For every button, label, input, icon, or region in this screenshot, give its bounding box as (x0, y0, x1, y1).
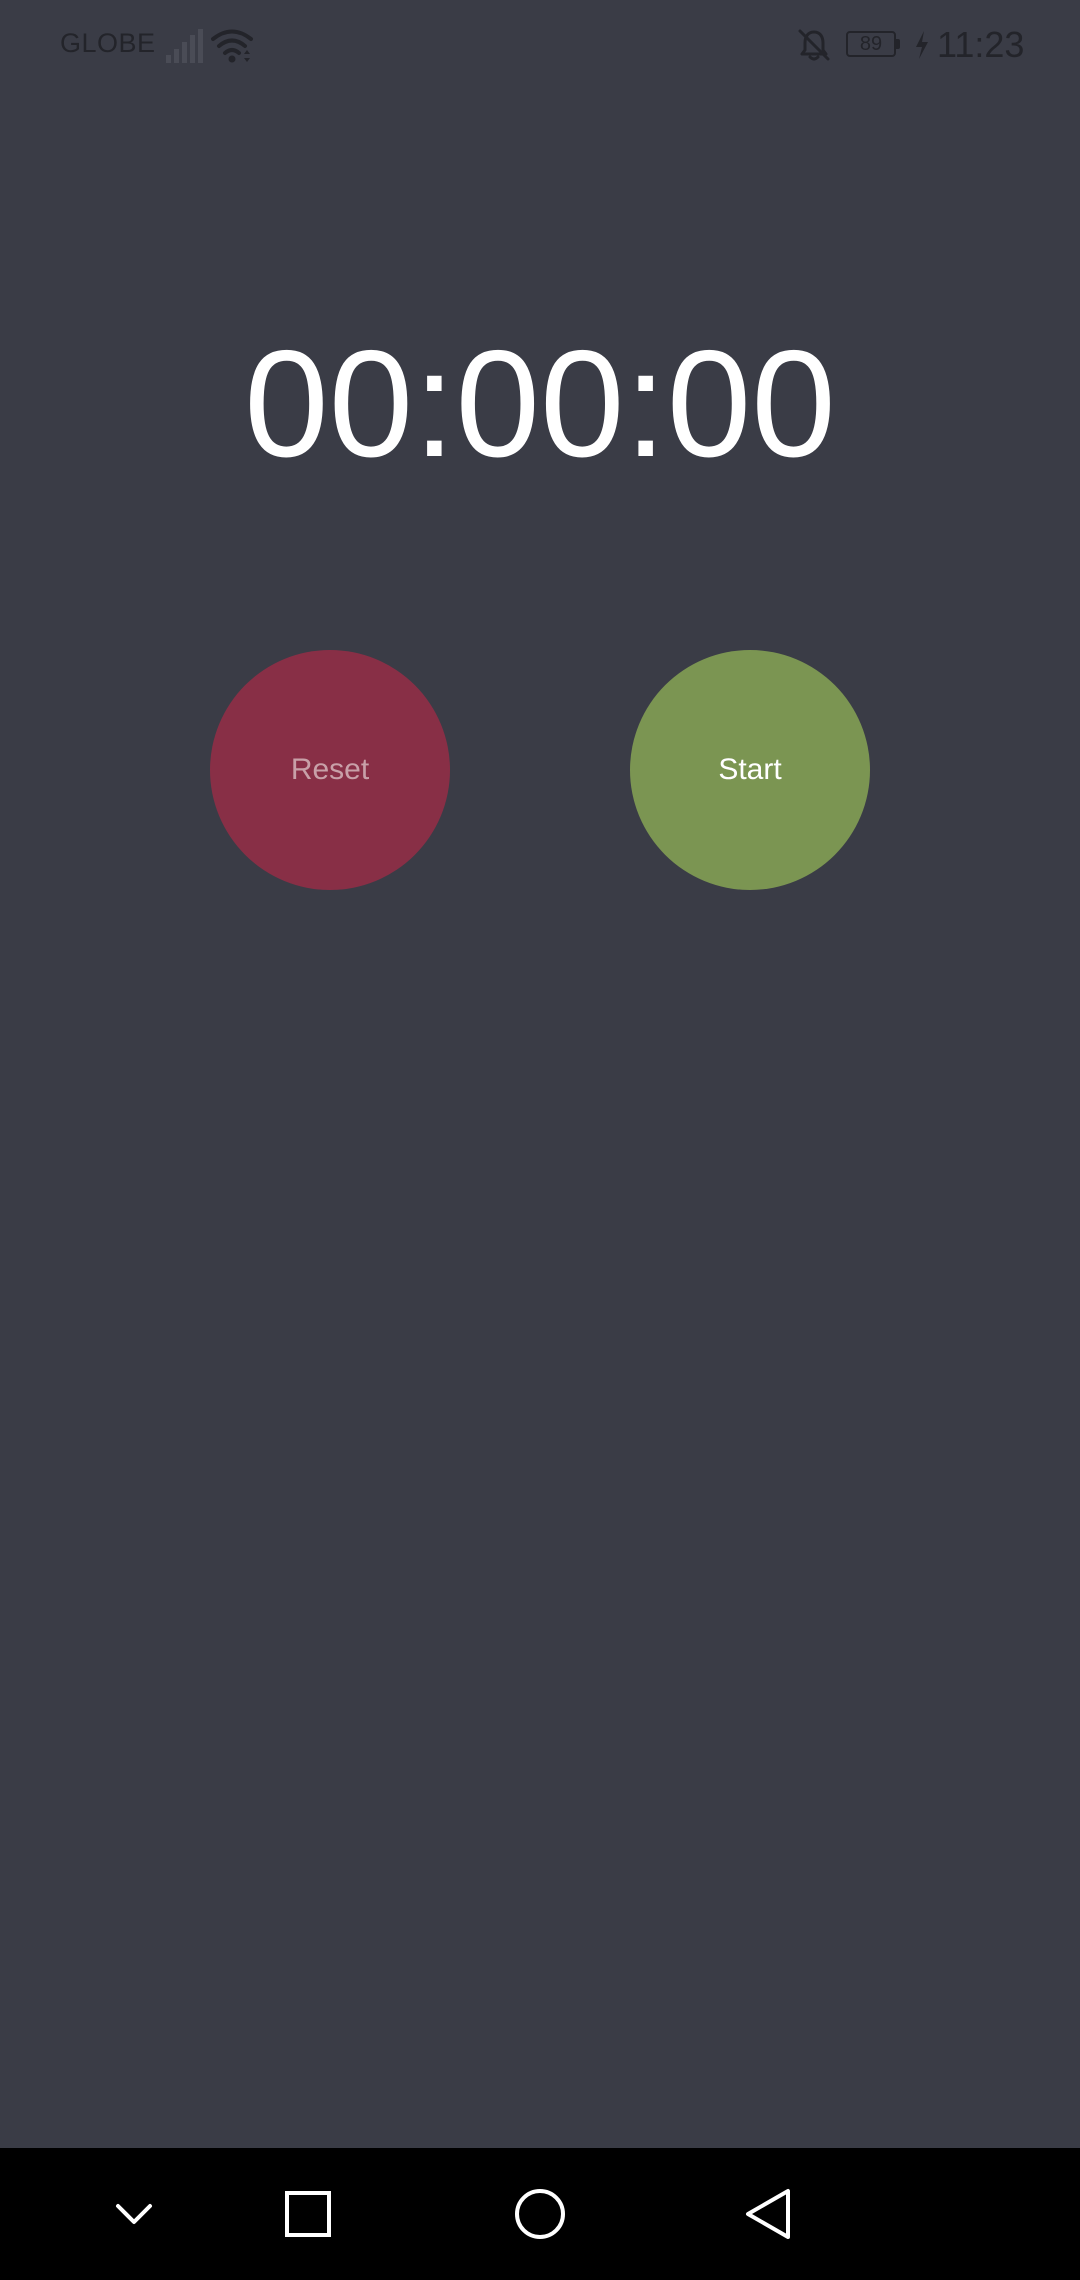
wifi-icon (210, 26, 254, 64)
back-icon[interactable] (742, 2186, 798, 2242)
battery-icon: 89 (846, 31, 902, 59)
status-bar: GLOBE 89 11:23 (0, 0, 1080, 92)
charging-icon (914, 30, 930, 60)
start-button-label: Start (718, 753, 782, 786)
signal-icon (164, 28, 204, 64)
carrier-name: GLOBE (60, 28, 156, 58)
bell-off-icon (796, 27, 832, 63)
hide-keyboard-icon[interactable] (106, 2186, 162, 2242)
status-time: 11:23 (937, 24, 1025, 65)
home-icon[interactable] (512, 2186, 568, 2242)
battery-level: 89 (846, 31, 896, 57)
reset-button-label: Reset (290, 753, 370, 786)
stopwatch-display: 00:00:00 (244, 319, 836, 489)
recents-icon[interactable] (280, 2186, 336, 2242)
reset-button[interactable]: Reset (210, 650, 450, 890)
start-button[interactable]: Start (630, 650, 870, 890)
